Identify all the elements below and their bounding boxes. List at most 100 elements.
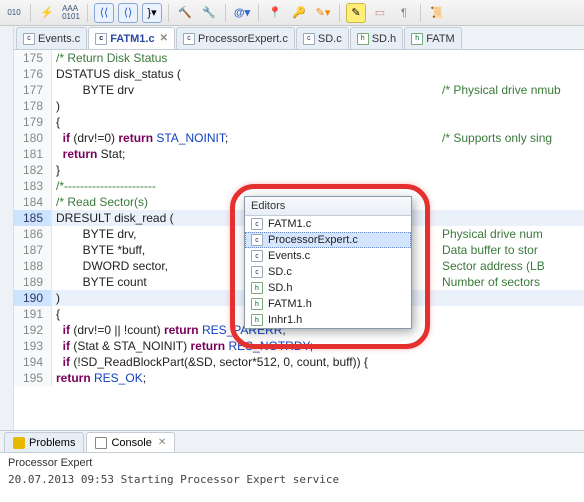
console-icon xyxy=(95,437,107,449)
code-line[interactable]: 176DSTATUS disk_status ( xyxy=(14,66,584,82)
file-h-icon: h xyxy=(411,33,423,45)
file-c-icon: c xyxy=(251,250,263,262)
editor-tab[interactable]: cSD.c xyxy=(296,27,349,49)
editor-tab-bar: cEvents.ccFATM1.c✕cProcessorExpert.ccSD.… xyxy=(14,26,584,50)
bottom-tab-label: Console xyxy=(111,437,151,449)
popup-item[interactable]: c ProcessorExpert.c xyxy=(245,232,411,248)
bottom-tab[interactable]: Console ✕ xyxy=(86,432,175,452)
console-log-line: 20.07.2013 09:53 Starting Processor Expe… xyxy=(8,473,576,486)
line-number: 193 xyxy=(14,338,52,354)
tab-label: ProcessorExpert.c xyxy=(198,33,288,45)
file-c-icon: c xyxy=(95,33,107,45)
file-c-icon: c xyxy=(23,33,35,45)
popup-item-label: Events.c xyxy=(268,250,310,262)
pencil-icon[interactable]: ✎▾ xyxy=(313,3,333,23)
file-h-icon: h xyxy=(251,314,263,326)
console-title: Processor Expert xyxy=(8,457,576,469)
line-number: 191 xyxy=(14,306,52,322)
flash-icon[interactable]: ⚡ xyxy=(37,3,57,23)
card-icon[interactable]: ▭ xyxy=(370,3,390,23)
toolbar: 010 ⚡ AAA0101 ⟨⟨ ⟨⟩ }▾ 🔨 🔧 @▾ 📍 🔑 ✎▾ ✎ ▭… xyxy=(0,0,584,26)
binary-icon[interactable]: 010 xyxy=(4,3,24,23)
line-number: 184 xyxy=(14,194,52,210)
line-number: 176 xyxy=(14,66,52,82)
close-icon[interactable]: ✕ xyxy=(160,33,168,44)
hammer-icon[interactable]: 🔨 xyxy=(175,3,195,23)
popup-item-label: SD.c xyxy=(268,266,292,278)
editor-tab[interactable]: hFATM xyxy=(404,27,462,49)
popup-item-label: FATM1.h xyxy=(268,298,312,310)
tab-label: FATM1.c xyxy=(110,33,154,45)
line-number: 188 xyxy=(14,258,52,274)
line-number: 179 xyxy=(14,114,52,130)
line-number: 182 xyxy=(14,162,52,178)
code-line[interactable]: 175/* Return Disk Status xyxy=(14,50,584,66)
editors-popup: Editors c FATM1.c c ProcessorExpert.c c Event… xyxy=(244,196,412,329)
code-line[interactable]: 177 BYTE drv/* Physical drive nmub xyxy=(14,82,584,98)
tab-label: Events.c xyxy=(38,33,80,45)
line-number: 181 xyxy=(14,146,52,162)
line-number: 175 xyxy=(14,50,52,66)
code-line[interactable]: 180 if (drv!=0) return STA_NOINIT;/* Sup… xyxy=(14,130,584,146)
line-number: 192 xyxy=(14,322,52,338)
line-number: 189 xyxy=(14,274,52,290)
file-h-icon: h xyxy=(357,33,369,45)
file-c-icon: c xyxy=(303,33,315,45)
file-c-icon: c xyxy=(251,266,263,278)
popup-title: Editors xyxy=(245,197,411,216)
line-number: 194 xyxy=(14,354,52,370)
editor-tab[interactable]: cFATM1.c ✕ xyxy=(88,27,175,49)
close-icon[interactable]: ✕ xyxy=(158,437,166,448)
code-line[interactable]: 195return RES_OK; xyxy=(14,370,584,386)
step-over-icon[interactable]: ⟨⟩ xyxy=(118,3,138,23)
popup-item-label: ProcessorExpert.c xyxy=(268,234,358,246)
tab-label: FATM xyxy=(426,33,455,45)
editor-tab[interactable]: hSD.h xyxy=(350,27,403,49)
code-line[interactable]: 178) xyxy=(14,98,584,114)
line-number: 183 xyxy=(14,178,52,194)
code-line[interactable]: 179{ xyxy=(14,114,584,130)
editor-tab[interactable]: cProcessorExpert.c xyxy=(176,27,295,49)
popup-item[interactable]: c FATM1.c xyxy=(245,216,411,232)
at-icon[interactable]: @▾ xyxy=(232,3,252,23)
wrench-icon[interactable]: 🔧 xyxy=(199,3,219,23)
paragraph-icon[interactable]: ¶ xyxy=(394,3,414,23)
lock-icon[interactable]: 📍 xyxy=(265,3,285,23)
popup-item[interactable]: c SD.c xyxy=(245,264,411,280)
popup-item-label: Inhr1.h xyxy=(268,314,302,326)
popup-item[interactable]: h Inhr1.h xyxy=(245,312,411,328)
code-line[interactable]: 193 if (Stat & STA_NOINIT) return RES_NO… xyxy=(14,338,584,354)
line-number: 186 xyxy=(14,226,52,242)
line-number: 190 xyxy=(14,290,52,306)
bottom-tab-label: Problems xyxy=(29,437,75,449)
line-number: 177 xyxy=(14,82,52,98)
file-c-icon: c xyxy=(183,33,195,45)
popup-item-label: FATM1.c xyxy=(268,218,311,230)
bottom-tab[interactable]: Problems xyxy=(4,432,84,452)
file-c-icon: c xyxy=(251,234,263,246)
key-icon[interactable]: 🔑 xyxy=(289,3,309,23)
tab-label: SD.c xyxy=(318,33,342,45)
scroll-icon[interactable]: 📜 xyxy=(427,3,447,23)
popup-item[interactable]: h FATM1.h xyxy=(245,296,411,312)
file-c-icon: c xyxy=(251,218,263,230)
file-h-icon: h xyxy=(251,282,263,294)
editor-tab[interactable]: cEvents.c xyxy=(16,27,87,49)
code-line[interactable]: 194 if (!SD_ReadBlockPart(&SD, sector*51… xyxy=(14,354,584,370)
line-number: 180 xyxy=(14,130,52,146)
ascii-icon[interactable]: AAA0101 xyxy=(61,3,81,23)
problems-icon xyxy=(13,437,25,449)
left-ruler xyxy=(0,26,14,430)
popup-item[interactable]: c Events.c xyxy=(245,248,411,264)
line-number: 187 xyxy=(14,242,52,258)
highlight-icon[interactable]: ✎ xyxy=(346,3,366,23)
popup-item-label: SD.h xyxy=(268,282,292,294)
step-back-icon[interactable]: ⟨⟨ xyxy=(94,3,114,23)
code-line[interactable]: 181 return Stat; xyxy=(14,146,584,162)
code-line[interactable]: 183/*----------------------- xyxy=(14,178,584,194)
file-h-icon: h xyxy=(251,298,263,310)
code-line[interactable]: 182} xyxy=(14,162,584,178)
line-number: 185 xyxy=(14,210,52,226)
popup-item[interactable]: h SD.h xyxy=(245,280,411,296)
brace-icon[interactable]: }▾ xyxy=(142,3,162,23)
